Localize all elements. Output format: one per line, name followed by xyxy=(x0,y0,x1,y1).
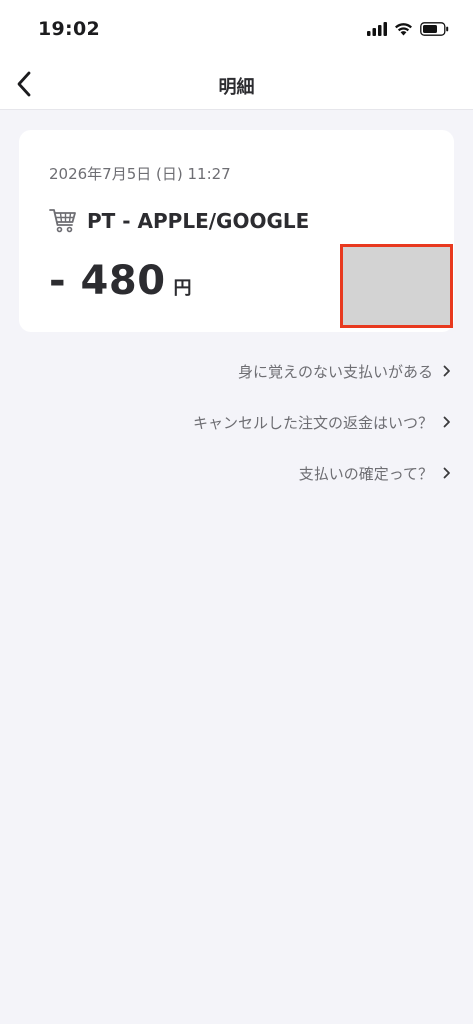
chevron-right-icon xyxy=(443,467,451,479)
battery-icon xyxy=(420,22,449,36)
help-link-payment-confirmation[interactable]: 支払いの確定って？ xyxy=(299,458,451,488)
status-bar: 19:02 xyxy=(0,0,473,58)
amount-value: - 480 xyxy=(49,258,166,304)
merchant-row: PT - APPLE/GOOGLE xyxy=(49,206,309,236)
help-link-unrecognized-payment[interactable]: 身に覚えのない支払いがある xyxy=(238,356,451,386)
help-link-label: 支払いの確定って？ xyxy=(298,464,433,483)
cellular-signal-icon xyxy=(367,22,387,36)
cart-icon xyxy=(49,209,76,233)
help-link-refund-timing[interactable]: キャンセルした注文の返金はいつ？ xyxy=(193,407,451,437)
help-link-label: キャンセルした注文の返金はいつ？ xyxy=(192,413,433,432)
status-time: 19:02 xyxy=(38,18,100,40)
page-title: 明細 xyxy=(218,77,255,98)
transaction-card: 2026年7月5日 (日) 11:27 PT - APPLE/GOOGLE - … xyxy=(19,130,454,332)
amount-unit: 円 xyxy=(173,278,192,299)
navigation-bar: 明細 xyxy=(0,58,473,110)
transaction-amount: - 480 円 xyxy=(49,258,192,304)
wifi-icon xyxy=(395,23,412,36)
redacted-image xyxy=(340,244,453,328)
chevron-right-icon xyxy=(443,365,451,377)
help-link-label: 身に覚えのない支払いがある xyxy=(237,362,433,381)
chevron-right-icon xyxy=(443,416,451,428)
transaction-date: 2026年7月5日 (日) 11:27 xyxy=(49,165,231,183)
merchant-name: PT - APPLE/GOOGLE xyxy=(87,209,310,233)
status-icons xyxy=(367,20,449,38)
